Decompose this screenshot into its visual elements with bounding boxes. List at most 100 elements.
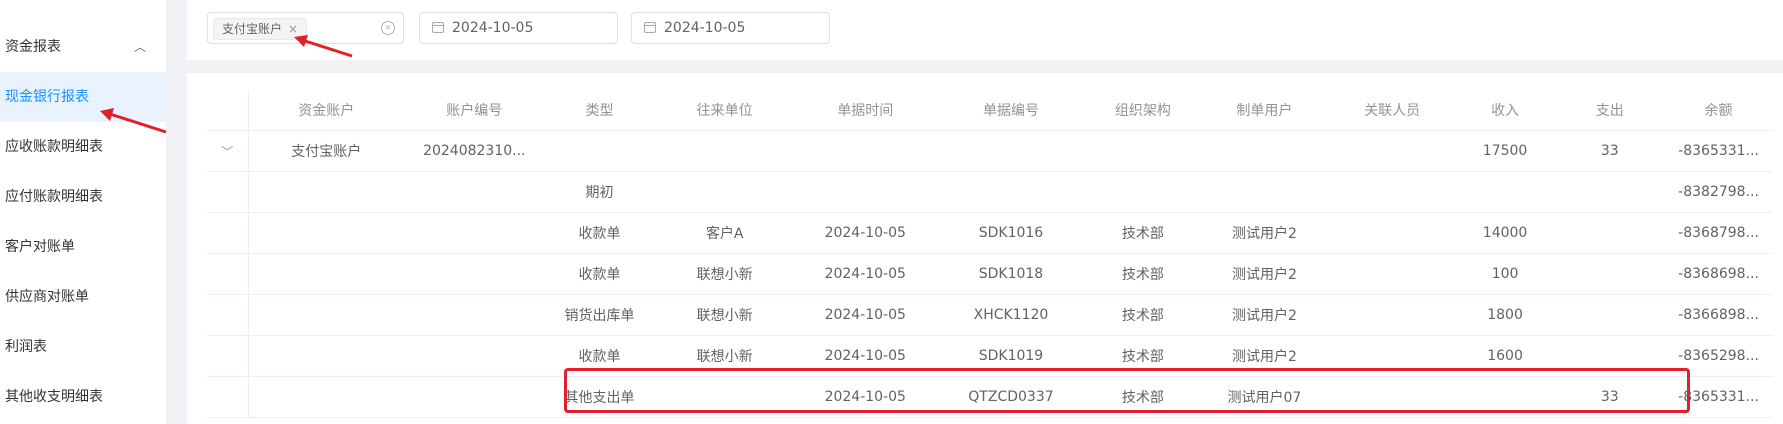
expand-cell: [207, 335, 249, 377]
sidebar-item-profit-statement[interactable]: 利润表: [0, 322, 166, 372]
expand-cell[interactable]: ﹀: [207, 130, 249, 172]
table-cell: 收款单: [544, 212, 655, 254]
column-header[interactable]: 单据时间: [794, 90, 936, 131]
sidebar-item-other-income-expense[interactable]: 其他收支明细表: [0, 372, 166, 422]
table-cell: [794, 171, 936, 213]
table-cell: 联想小新: [654, 253, 795, 295]
table-header-row: 资金账户 账户编号 类型 往来单位 单据时间 单据编号 组织架构 制单用户 关联…: [207, 90, 1773, 131]
sidebar: 资金报表 ︿ 现金银行报表 应收账款明细表 应付账款明细表 客户对账单 供应商对…: [0, 0, 166, 424]
table-cell: [794, 130, 936, 172]
table-cell: 2024-10-05: [794, 212, 936, 254]
table-row[interactable]: 收款单 客户A 2024-10-05 SDK1016 技术部 测试用户2 140…: [207, 212, 1773, 254]
table-cell: -8365331...: [1664, 130, 1773, 172]
column-header[interactable]: 组织架构: [1086, 90, 1200, 131]
table-row[interactable]: 收款单 联想小新 2024-10-05 SDK1018 技术部 测试用户2 10…: [207, 253, 1773, 295]
table-cell: [404, 212, 545, 254]
table-cell: -8366898...: [1664, 294, 1773, 336]
table-cell: [404, 335, 545, 377]
expand-cell: [207, 294, 249, 336]
expand-cell: [207, 253, 249, 295]
calendar-icon: [644, 22, 656, 33]
table-cell: 2024-10-05: [794, 294, 936, 336]
column-header[interactable]: 资金账户: [248, 90, 405, 131]
sidebar-item-label: 利润表: [5, 339, 47, 355]
table-cell: 技术部: [1086, 253, 1200, 295]
sidebar-item-label: 客户对账单: [5, 239, 75, 255]
sidebar-item-label: 其他收支明细表: [5, 389, 103, 405]
table-cell: [248, 294, 405, 336]
column-header[interactable]: 制单用户: [1199, 90, 1330, 131]
annotation-arrow-icon: [100, 108, 167, 134]
table-cell: [1555, 253, 1665, 295]
table-cell: [1199, 130, 1330, 172]
table-cell: 测试用户2: [1199, 294, 1330, 336]
table-cell: 销货出库单: [544, 294, 655, 336]
expand-cell: [207, 212, 249, 254]
column-header[interactable]: 类型: [544, 90, 655, 131]
arrow-shaft: [301, 38, 353, 58]
table-cell: -8368698...: [1664, 253, 1773, 295]
table-cell: 2024-10-05: [794, 253, 936, 295]
table-cell: [654, 171, 795, 213]
table-cell: [1329, 212, 1455, 254]
start-date-picker[interactable]: 2024-10-05: [419, 12, 618, 44]
table-cell: [1555, 294, 1665, 336]
sidebar-item-label: 现金银行报表: [5, 89, 89, 105]
table-cell: 测试用户2: [1199, 212, 1330, 254]
end-date-picker[interactable]: 2024-10-05: [631, 12, 830, 44]
table-cell: [935, 130, 1087, 172]
table-cell: [248, 376, 405, 418]
table-cell: 测试用户2: [1199, 253, 1330, 295]
table-cell: SDK1016: [935, 212, 1087, 254]
column-header[interactable]: 支出: [1555, 90, 1665, 131]
arrow-head: [294, 35, 308, 47]
chevron-up-icon: ︿: [133, 40, 146, 54]
table-cell: [248, 335, 405, 377]
filter-bar: 支付宝账户 × × 2024-10-05 2024-10-05: [187, 0, 1783, 60]
table-row[interactable]: 销货出库单 联想小新 2024-10-05 XHCK1120 技术部 测试用户2…: [207, 294, 1773, 336]
table-cell: [1199, 171, 1330, 213]
table-cell: [248, 253, 405, 295]
sidebar-group-fund-reports[interactable]: 资金报表 ︿: [0, 22, 166, 72]
start-date-value: 2024-10-05: [452, 20, 534, 36]
sidebar-item-label: 应付账款明细表: [5, 189, 103, 205]
table-cell: [248, 171, 405, 213]
summary-row[interactable]: ﹀ 支付宝账户 2024082310... 17500 33 -8365331.…: [207, 130, 1773, 172]
table-cell: [1454, 171, 1556, 213]
annotation-arrow-icon: [294, 35, 353, 58]
table-cell: [248, 212, 405, 254]
arrow-shaft: [109, 112, 167, 134]
table-row[interactable]: 期初 -8382798...: [207, 171, 1773, 213]
column-header[interactable]: 单据编号: [935, 90, 1087, 131]
table-cell: 收款单: [544, 253, 655, 295]
table-cell: 2024082310...: [404, 130, 545, 172]
sidebar-item-label: 供应商对账单: [5, 289, 89, 305]
table-cell: XHCK1120: [935, 294, 1087, 336]
table-cell: [1086, 130, 1200, 172]
table-cell: SDK1018: [935, 253, 1087, 295]
table-cell: 支付宝账户: [248, 130, 405, 172]
table-cell: 技术部: [1086, 294, 1200, 336]
chevron-down-icon[interactable]: ﹀: [221, 145, 233, 159]
table-cell: [544, 130, 655, 172]
sidebar-item-supplier-statement[interactable]: 供应商对账单: [0, 272, 166, 322]
table-cell: 17500: [1454, 130, 1556, 172]
table-cell: 期初: [544, 171, 655, 213]
expand-cell: [207, 376, 249, 418]
column-header[interactable]: 往来单位: [654, 90, 795, 131]
column-header[interactable]: 收入: [1454, 90, 1556, 131]
table-cell: 33: [1555, 130, 1665, 172]
column-header[interactable]: 余额: [1664, 90, 1773, 131]
expand-cell: [207, 171, 249, 213]
sidebar-item-customer-statement[interactable]: 客户对账单: [0, 222, 166, 272]
arrow-head: [100, 108, 114, 121]
sidebar-item-payables-detail[interactable]: 应付账款明细表: [0, 172, 166, 222]
highlight-annotation-box: [564, 368, 1690, 413]
table-cell: [404, 253, 545, 295]
table-cell: [404, 376, 545, 418]
column-header[interactable]: 账户编号: [404, 90, 545, 131]
clear-icon[interactable]: ×: [381, 21, 395, 35]
calendar-icon: [432, 22, 444, 33]
column-header[interactable]: 关联人员: [1329, 90, 1455, 131]
table-cell: [1555, 171, 1665, 213]
